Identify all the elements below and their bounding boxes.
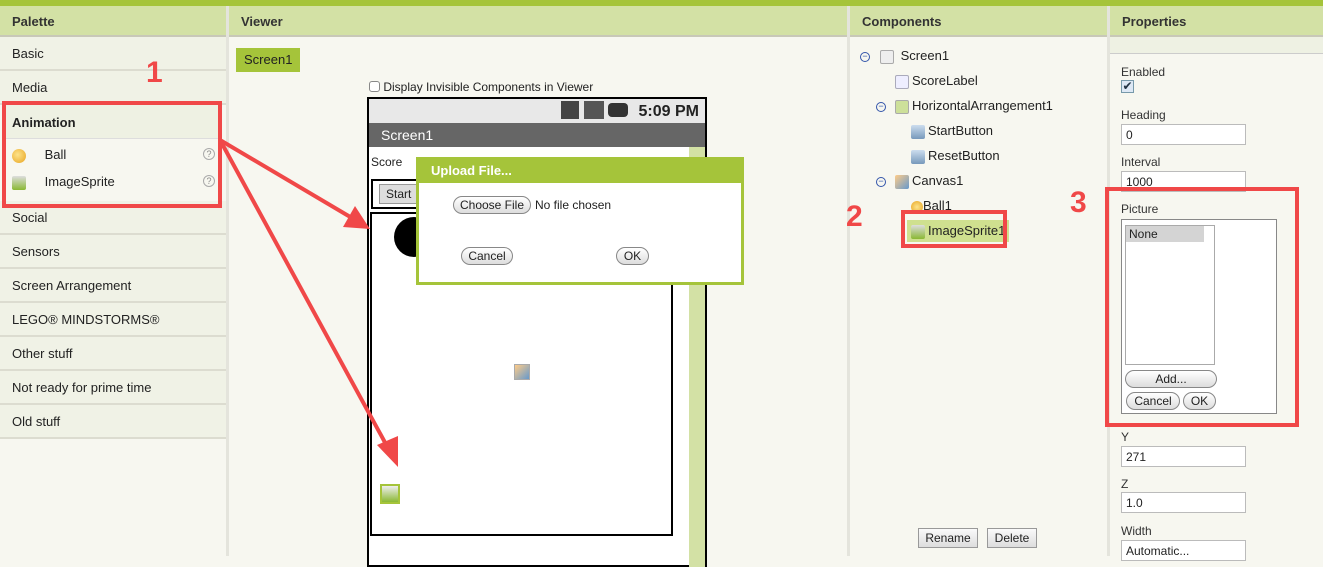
- annotation-arrows: [218, 138, 398, 467]
- arrow-to-sprite: [218, 139, 398, 467]
